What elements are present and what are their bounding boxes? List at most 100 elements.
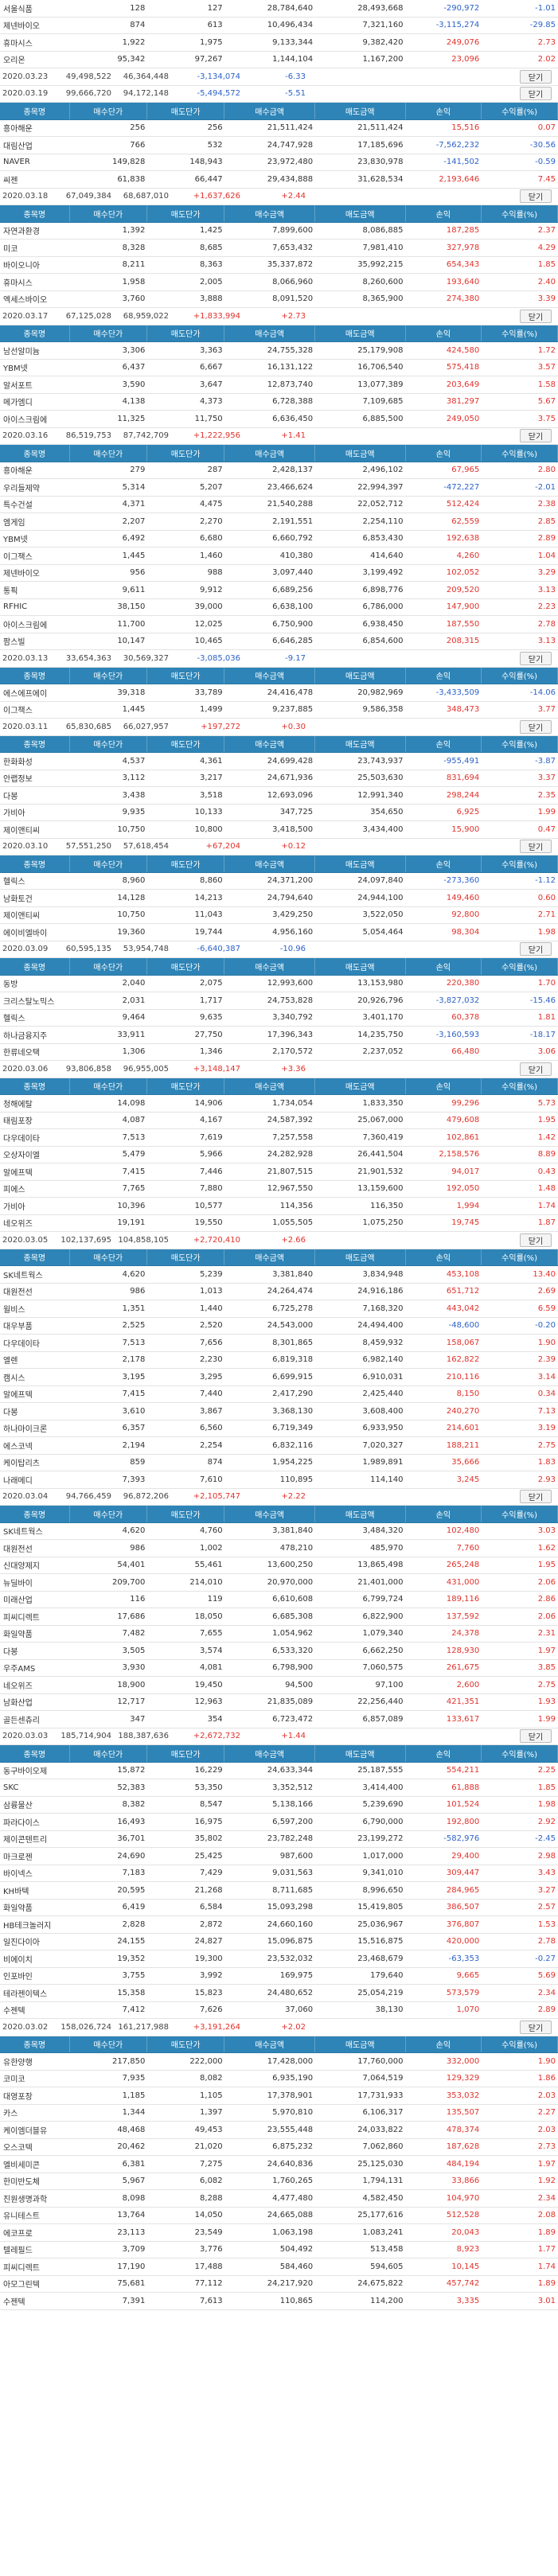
table-cell: 8,459,932: [362, 1338, 404, 1347]
close-button[interactable]: 닫기: [520, 1729, 552, 1744]
table-cell: -472,227: [443, 482, 480, 492]
table-cell: 376,807: [446, 1919, 480, 1929]
table-header: 종목명 매수단가 매도단가 매수금액 매도금액 손익 수익률(%): [0, 1745, 558, 1763]
close-button[interactable]: 닫기: [520, 309, 552, 323]
table-row: 바이오니아 8,211 8,363 35,337,872 35,992,215 654,3…: [0, 257, 558, 274]
table-cell: 24,794,640: [267, 893, 314, 902]
column-header: 종목명: [0, 1249, 70, 1265]
daily-summary: 2020.03.16 86,519,753 87,742,709 +1,222,956…: [0, 427, 558, 445]
summary-buy-total: 185,714,904: [60, 1732, 111, 1741]
table-cell: 7,619: [200, 1132, 223, 1142]
table-row: 씨젠 61,838 66,447 29,434,888 31,628,534 2,193,…: [0, 171, 558, 189]
table-cell: 7,415: [122, 1167, 146, 1176]
table-cell: 298,244: [446, 790, 480, 800]
summary-profit: +1,222,956: [193, 431, 240, 441]
table-cell: 1.90: [537, 1338, 556, 1347]
column-header: 매수금액: [224, 1745, 315, 1762]
table-cell: 카스: [3, 2110, 18, 2119]
table-row: 수젠텍 7,412 7,626 37,060 38,130 1,070 2.89: [0, 2002, 558, 2019]
table-row: 윌비스 1,351 1,440 6,725,278 7,168,320 443,042 6.…: [0, 1300, 558, 1318]
close-button[interactable]: 닫기: [520, 719, 552, 734]
column-header: 매수단가: [70, 205, 148, 222]
close-button[interactable]: 닫기: [520, 942, 552, 957]
table-cell: 엠게임: [3, 518, 25, 528]
table-cell: 16,131,122: [267, 363, 314, 372]
close-button[interactable]: 닫기: [520, 651, 552, 665]
table-cell: 대원전선: [3, 1545, 33, 1554]
table-cell: 24,675,822: [357, 2279, 404, 2289]
table-cell: 5,239,690: [362, 1800, 404, 1810]
table-cell: 16,229: [194, 1766, 223, 1775]
table-cell: 3,418,500: [272, 824, 314, 834]
table-cell: 12,025: [194, 619, 223, 629]
table-cell: 1.85: [537, 260, 556, 270]
table-row: NAVER 149,828 148,943 23,972,480 23,830,978 -…: [0, 154, 558, 171]
table-cell: 831,694: [446, 774, 480, 783]
table-cell: 116,350: [370, 1201, 404, 1210]
table-cell: 3,760: [122, 294, 146, 304]
column-header: 매도금액: [315, 958, 406, 975]
summary-sell-total: 96,872,206: [123, 1492, 169, 1502]
column-header: 매수금액: [224, 667, 315, 684]
close-button[interactable]: 닫기: [520, 189, 552, 204]
close-button[interactable]: 닫기: [520, 2020, 552, 2034]
table-cell: 8,150: [456, 1389, 480, 1399]
table-cell: 62,559: [451, 516, 480, 526]
table-cell: 54,401: [117, 1561, 146, 1570]
table-cell: 4,537: [122, 756, 146, 766]
table-cell: 38,150: [117, 602, 146, 612]
column-header: 종목명: [0, 855, 70, 872]
table-cell: 2.06: [537, 1611, 556, 1621]
table-cell: RFHIC: [3, 602, 28, 612]
table-header: 종목명 매수단가 매도단가 매수금액 매도금액 손익 수익률(%): [0, 325, 558, 342]
table-cell: 한미반도체: [3, 2178, 40, 2188]
table-cell: 5,479: [122, 1150, 146, 1159]
table-cell: 3,610: [122, 1406, 146, 1416]
table-cell: 8,365,900: [362, 294, 404, 304]
table-row: 수젠텍 7,391 7,613 110,865 114,200 3,335 3.01: [0, 2293, 558, 2310]
table-cell: 4,956,160: [272, 927, 314, 937]
close-button[interactable]: 닫기: [520, 840, 552, 854]
table-cell: 19,450: [194, 1680, 223, 1689]
table-cell: 2.92: [537, 1817, 556, 1826]
table-cell: 513,458: [370, 2245, 404, 2254]
table-cell: 956: [130, 568, 146, 578]
table-cell: 2.75: [537, 1680, 556, 1689]
table-cell: 청해에탈: [3, 1100, 33, 1109]
table-cell: 1,013: [200, 1287, 223, 1296]
table-cell: 110,865: [279, 2296, 314, 2305]
table-cell: 헬릭스: [3, 878, 25, 887]
table-cell: 17,686: [117, 1611, 146, 1621]
table-cell: 347,725: [279, 808, 314, 817]
table-cell: 9,935: [122, 808, 146, 817]
table-cell: 7,513: [122, 1338, 146, 1347]
close-button[interactable]: 닫기: [520, 429, 552, 443]
table-cell: KH바텍: [3, 1887, 29, 1896]
close-button[interactable]: 닫기: [520, 69, 552, 84]
table-cell: 1.42: [537, 1132, 556, 1142]
column-header: 매수단가: [70, 958, 148, 975]
column-header: 매수단가: [70, 103, 148, 119]
table-cell: 3.13: [537, 585, 556, 594]
summary-profit: +2,105,747: [193, 1492, 240, 1502]
column-header: 매수단가: [70, 1249, 148, 1265]
close-button[interactable]: 닫기: [520, 87, 552, 101]
column-header: 매수금액: [224, 325, 315, 341]
column-header: 매도단가: [147, 325, 225, 341]
table-cell: 6,662,250: [362, 1646, 404, 1655]
table-row: 비에이치 19,352 19,300 23,532,032 23,468,679 -63,…: [0, 1951, 558, 1968]
table-row: 엑세스바이오 3,760 3,888 8,091,520 8,365,900 274,38…: [0, 291, 558, 308]
table-cell: 75,681: [117, 2279, 146, 2289]
close-button[interactable]: 닫기: [520, 1233, 552, 1247]
table-cell: 6,819,318: [272, 1355, 314, 1365]
table-cell: 24,264,474: [267, 1287, 314, 1296]
trade-history-list: 서울식품 128 127 28,784,640 28,493,668 -290,972 -1…: [0, 0, 558, 2576]
table-row: 다봉 3,610 3,867 3,368,130 3,608,400 240,270 7.1…: [0, 1403, 558, 1421]
table-cell: 아모그린텍: [3, 2281, 40, 2290]
table-cell: 남화토건: [3, 894, 33, 904]
close-button[interactable]: 닫기: [520, 1490, 552, 1504]
table-cell: 443,042: [446, 1304, 480, 1313]
close-button[interactable]: 닫기: [520, 1062, 552, 1076]
column-header: 수익률(%): [482, 958, 558, 975]
table-row: 신대양제지 54,401 55,461 13,600,250 13,865,498 265…: [0, 1557, 558, 1574]
